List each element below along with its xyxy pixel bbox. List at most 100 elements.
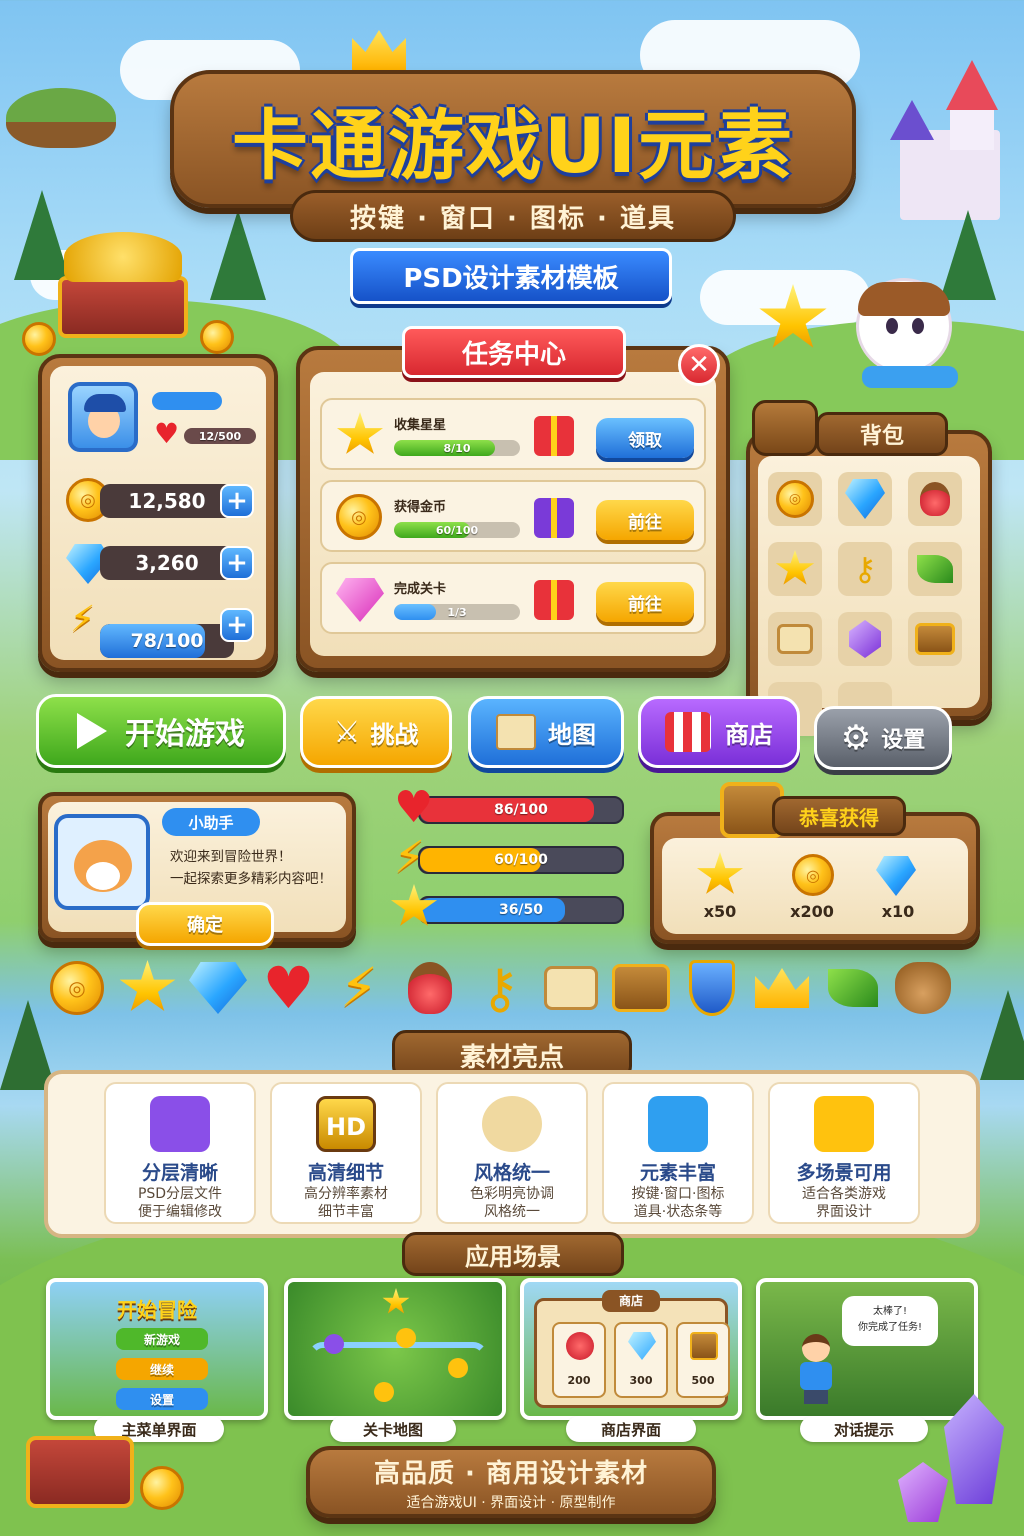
helper-avatar [54, 814, 150, 910]
scene-boy-character [796, 1334, 836, 1404]
backpack-title-plank: 背包 [816, 412, 948, 456]
scenes-title-plank: 应用场景 [402, 1232, 624, 1276]
speaker-tag: 小助手 [162, 808, 260, 836]
scene-new-game-button[interactable]: 新游戏 [116, 1328, 208, 1350]
gift-icon [534, 416, 574, 456]
scene-shop-slot[interactable]: 300 [614, 1322, 668, 1398]
psd-ribbon: PSD设计素材模板 [350, 248, 672, 304]
dialog-line-1: 欢迎来到冒险世界！ [170, 849, 292, 865]
reward-amount-gems: x10 [881, 902, 915, 921]
go-button[interactable]: 前往 [596, 582, 694, 622]
settings-button[interactable]: ⚙ 设置 [814, 706, 952, 770]
castle [890, 60, 1010, 220]
scroll-icon [777, 624, 813, 654]
feature-card: 分层清晰 PSD分层文件 便于编辑修改 [104, 1082, 256, 1224]
backpack-slot[interactable] [838, 472, 892, 526]
feature-desc-1: PSD分层文件 [137, 1186, 223, 1202]
feature-desc-1: 适合各类游戏 [802, 1186, 886, 1202]
heart-bar: 12/500 [184, 428, 256, 444]
scene-continue-button[interactable]: 继续 [116, 1358, 208, 1380]
shield-icon [683, 958, 741, 1018]
profile-panel: ♥ 12/500 ◎ 12,580 + 3,260 + ⚡ 78/100 + [38, 354, 278, 672]
status-bar-value: 86/100 [494, 802, 548, 818]
add-energy-button[interactable]: + [220, 608, 254, 642]
chest-icon [612, 958, 670, 1018]
scene-shop-price: 200 [567, 1374, 591, 1387]
scene-main-menu: 开始冒险 新游戏 继续 设置 [46, 1278, 268, 1420]
coin-icon: ◎ [776, 480, 814, 518]
quest-progress-text: 1/3 [447, 605, 467, 619]
go-button[interactable]: 前往 [596, 500, 694, 540]
bolt-icon: ⚡ [340, 956, 378, 1019]
shop-button[interactable]: 商店 [638, 696, 800, 768]
quest-name: 获得金币 [394, 500, 447, 515]
backpack-slot[interactable] [908, 542, 962, 596]
gem-icon [845, 479, 885, 519]
leaf-icon [824, 958, 882, 1018]
feature-card: 多场景可用 适合各类游戏 界面设计 [768, 1082, 920, 1224]
gem-icon [628, 1332, 656, 1360]
treasure-chest-icon [58, 276, 188, 338]
quest-item: 完成关卡 1/3 前往 [320, 562, 706, 634]
coin-counter: 12,580 [100, 484, 234, 518]
coin-icon: ◎ [48, 958, 106, 1018]
start-game-label: 开始游戏 [125, 717, 245, 752]
scene-shop-slot[interactable]: 500 [676, 1322, 730, 1398]
feature-title: 元素丰富 [639, 1162, 716, 1184]
footer-subtitle: 适合游戏UI · 界面设计 · 原型制作 [406, 1494, 616, 1511]
status-bar: 36/50 [418, 896, 624, 924]
confirm-label: 确定 [187, 915, 223, 936]
scene-settings-button[interactable]: 设置 [116, 1388, 208, 1410]
feature-desc-2: 界面设计 [816, 1204, 872, 1220]
shop-icon [665, 712, 711, 752]
backpack-slot[interactable] [908, 472, 962, 526]
add-coins-button[interactable]: + [220, 484, 254, 518]
add-gems-button[interactable]: + [220, 546, 254, 580]
scene-bubble-line-2: 你完成了任务! [857, 1322, 922, 1333]
palette-icon [482, 1096, 542, 1152]
coin-icon: ◎ [336, 494, 382, 540]
scene-shop-slot[interactable]: 200 [552, 1322, 606, 1398]
start-game-button[interactable]: 开始游戏 [36, 694, 286, 768]
scene-dialog: 太棒了! 你完成了任务! [756, 1278, 978, 1420]
feature-desc-1: 高分辨率素材 [304, 1186, 388, 1202]
confirm-button[interactable]: 确定 [136, 902, 274, 946]
reward-title-plank: 恭喜获得 [772, 796, 906, 836]
coin-icon [140, 1466, 184, 1510]
feature-title: 风格统一 [473, 1162, 550, 1184]
footer-title: 高品质 · 商用设计素材 [374, 1458, 648, 1489]
subtitle-plank: 按键 · 窗口 · 图标 · 道具 [290, 190, 736, 242]
status-bar-value: 60/100 [494, 852, 548, 868]
backpack-slot[interactable]: ⚷ [838, 542, 892, 596]
bolt-icon: ⚡ [70, 599, 96, 640]
star-icon [775, 550, 815, 585]
claim-button[interactable]: 领取 [596, 418, 694, 458]
name-bar [152, 392, 222, 410]
backpack-slot[interactable] [768, 542, 822, 596]
coin-bag-icon [894, 958, 952, 1018]
backpack-slot[interactable] [908, 612, 962, 666]
backpack-slot[interactable]: ◎ [768, 472, 822, 526]
floating-island [6, 88, 116, 148]
quest-progress-text: 8/10 [443, 441, 471, 455]
gem-counter: 3,260 [100, 546, 234, 580]
feature-desc-1: 按键·窗口·图标 [631, 1186, 725, 1202]
challenge-button[interactable]: ⚔ 挑战 [300, 696, 452, 768]
quest-title-ribbon: 任务中心 [402, 326, 626, 378]
scene-shop-title: 商店 [602, 1290, 660, 1312]
backpack-slot[interactable] [838, 612, 892, 666]
dialog-line-2: 一起探索更多精彩内容吧！ [170, 871, 332, 887]
avatar[interactable] [68, 382, 138, 452]
backpack-title: 背包 [859, 424, 904, 449]
map-button[interactable]: 地图 [468, 696, 624, 768]
gold-pile [64, 232, 182, 282]
gem-icon [189, 958, 247, 1018]
close-button[interactable]: ✕ [678, 344, 720, 386]
scene-level-map [284, 1278, 506, 1420]
feature-card: HD 高清细节 高分辨率素材 细节丰富 [270, 1082, 422, 1224]
feature-card: 风格统一 色彩明亮协调 风格统一 [436, 1082, 588, 1224]
backpack-slot[interactable] [768, 612, 822, 666]
status-bar: 86/100 [418, 796, 624, 824]
quest-item: 收集星星 8/10 领取 [320, 398, 706, 470]
gem-count: 3,260 [135, 551, 199, 575]
